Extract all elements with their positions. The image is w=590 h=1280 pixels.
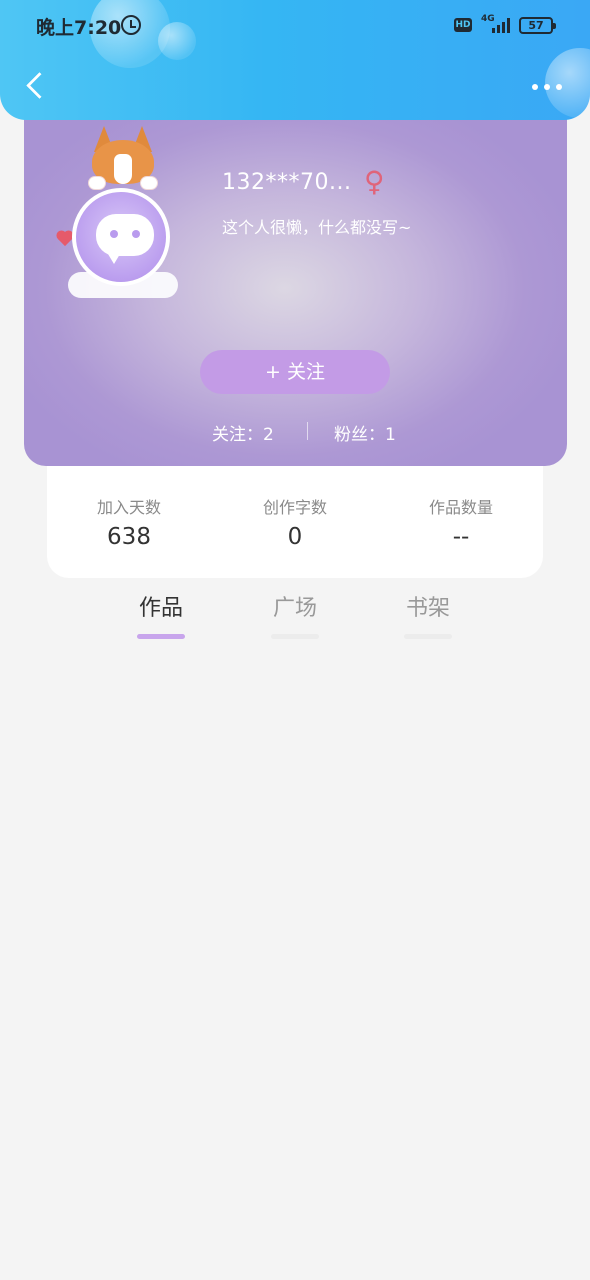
tab-label: 书架 [405, 596, 450, 621]
battery-level: 57 [528, 19, 544, 32]
tab-bookshelf[interactable]: 书架 [383, 592, 473, 644]
stat-works-count: 作品数量 -- [391, 494, 531, 550]
username: 132***70... [222, 170, 352, 195]
heart-icon [57, 231, 73, 247]
stat-value: 638 [107, 524, 151, 550]
fans-count[interactable]: 粉丝：1 [334, 420, 396, 445]
corgi-face [114, 154, 132, 184]
chat-eye [132, 230, 140, 238]
follow-button[interactable]: + 关注 [200, 350, 390, 394]
corgi-icon [88, 126, 158, 190]
stat-value: -- [452, 524, 470, 550]
tab-indicator [137, 634, 185, 639]
tab-indicator [404, 634, 452, 639]
corgi-paw [88, 176, 106, 190]
follow-stats: 关注：2 粉丝：1 [24, 420, 567, 445]
profile-page: 晚上7:20 HD 4G 57 132***70... ♀ 这个人很懒，什么都没… [0, 0, 590, 1280]
tab-square[interactable]: 广场 [250, 592, 340, 644]
top-header: 晚上7:20 HD 4G 57 [0, 0, 590, 120]
corgi-paw [140, 176, 158, 190]
more-dot [556, 84, 562, 90]
avatar-circle [72, 188, 170, 286]
stat-label: 加入天数 [96, 498, 161, 517]
content-tabs: 作品 广场 书架 [0, 592, 590, 644]
chat-bubble-avatar-icon [96, 214, 154, 264]
alarm-clock-icon [121, 15, 141, 35]
stat-join-days: 加入天数 638 [59, 494, 199, 550]
tab-works[interactable]: 作品 [116, 592, 206, 644]
battery-icon: 57 [519, 17, 556, 34]
back-button[interactable] [20, 70, 48, 104]
stat-label: 作品数量 [428, 498, 493, 517]
tab-label: 广场 [272, 596, 317, 621]
status-time: 晚上7:20 [36, 17, 122, 39]
following-count[interactable]: 关注：2 [212, 420, 274, 445]
tab-label: 作品 [138, 596, 183, 621]
stat-value: 0 [287, 524, 303, 550]
tab-indicator [271, 634, 319, 639]
stat-word-count: 创作字数 0 [225, 494, 365, 550]
divider [307, 422, 308, 440]
signal-strength-icon [490, 17, 512, 33]
stat-label: 创作字数 [262, 498, 327, 517]
profile-card: 132***70... ♀ 这个人很懒，什么都没写~ + 关注 关注：2 粉丝：… [24, 96, 567, 466]
more-horizontal-icon [532, 84, 538, 90]
avatar[interactable] [57, 126, 188, 298]
chat-eye [110, 230, 118, 238]
hd-badge: HD [454, 18, 472, 32]
status-bar: 晚上7:20 HD 4G 57 [0, 0, 590, 52]
more-options-button[interactable] [530, 76, 564, 96]
user-bio: 这个人很懒，什么都没写~ [222, 218, 412, 237]
female-gender-icon: ♀ [364, 165, 385, 198]
more-dot [544, 84, 550, 90]
